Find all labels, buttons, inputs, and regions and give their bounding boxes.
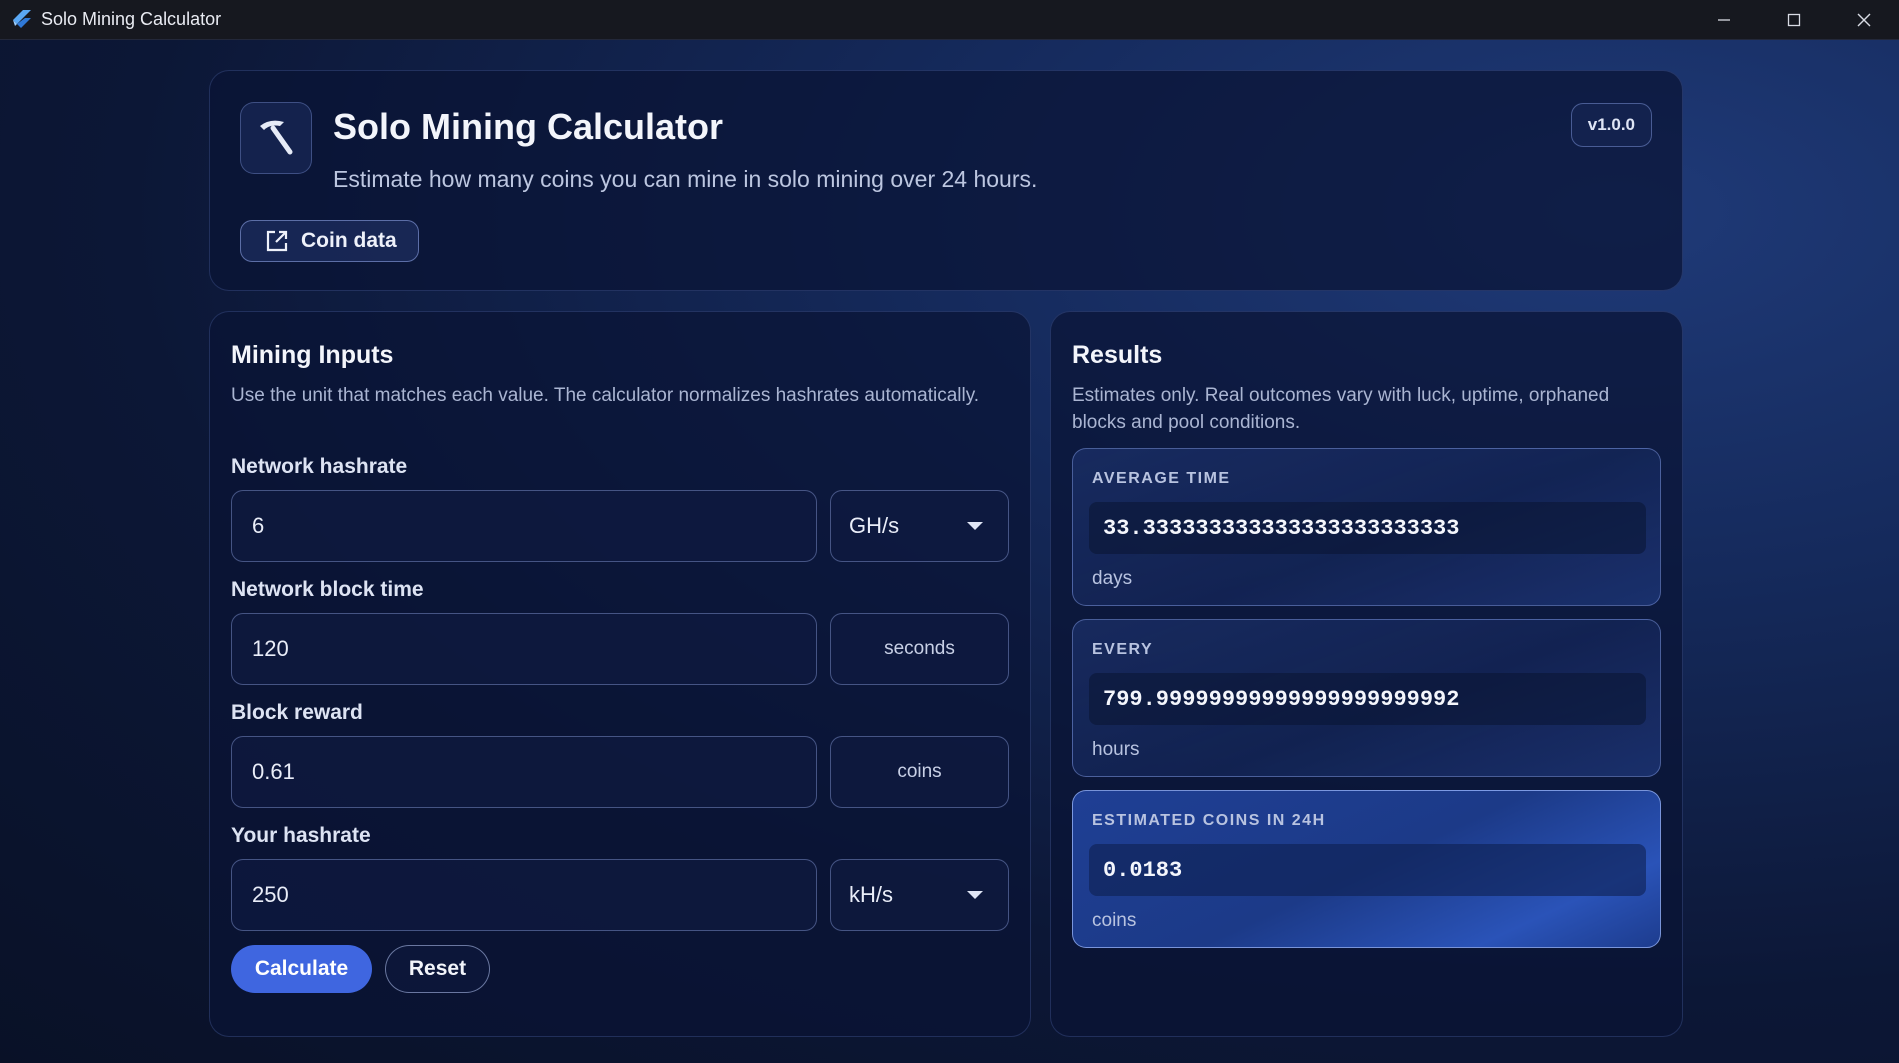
pickaxe-icon	[260, 120, 293, 155]
every-value: 799.99999999999999999999992	[1089, 673, 1646, 725]
average-time-result: AVERAGE TIME 33.333333333333333333333333…	[1072, 448, 1661, 606]
minimize-button[interactable]	[1689, 0, 1759, 40]
every-label: EVERY	[1092, 641, 1154, 658]
average-time-unit: days	[1092, 568, 1133, 589]
average-time-value: 33.333333333333333333333333	[1089, 502, 1646, 554]
results-description: Estimates only. Real outcomes vary with …	[1072, 385, 1610, 433]
coin-data-label: Coin data	[301, 229, 397, 252]
app-icon	[10, 9, 32, 31]
inputs-title: Mining Inputs	[231, 341, 394, 369]
header-card: Solo Mining Calculator Estimate how many…	[209, 70, 1683, 291]
maximize-icon	[1787, 13, 1801, 27]
estimated-coins-result: ESTIMATED COINS IN 24H 0.0183 coins	[1072, 790, 1661, 948]
average-time-label: AVERAGE TIME	[1092, 470, 1231, 487]
mining-inputs-card: Mining Inputs Use the unit that matches …	[209, 311, 1031, 1037]
every-unit: hours	[1092, 739, 1140, 760]
your-hashrate-label: Your hashrate	[231, 824, 371, 847]
chevron-down-icon	[967, 522, 983, 530]
network-hashrate-input[interactable]	[231, 490, 817, 562]
estimated-coins-value: 0.0183	[1089, 844, 1646, 896]
block-time-input[interactable]	[231, 613, 817, 685]
close-icon	[1857, 13, 1871, 27]
block-reward-unit: coins	[830, 736, 1009, 808]
network-hashrate-label: Network hashrate	[231, 455, 408, 478]
window-titlebar: Solo Mining Calculator	[0, 0, 1899, 40]
your-hashrate-unit-select[interactable]: kH/s	[830, 859, 1009, 931]
app-subtitle: Estimate how many coins you can mine in …	[333, 166, 1038, 192]
estimated-coins-label: ESTIMATED COINS IN 24H	[1092, 812, 1326, 829]
window-title: Solo Mining Calculator	[41, 9, 222, 29]
minimize-icon	[1718, 19, 1730, 21]
app-logo	[240, 102, 312, 174]
external-link-icon	[266, 230, 288, 252]
network-hashrate-unit-select[interactable]: GH/s	[830, 490, 1009, 562]
block-reward-label: Block reward	[231, 701, 363, 724]
results-title: Results	[1072, 341, 1163, 369]
maximize-button[interactable]	[1759, 0, 1829, 40]
coin-data-button[interactable]: Coin data	[240, 220, 419, 262]
your-hashrate-input[interactable]	[231, 859, 817, 931]
inputs-description: Use the unit that matches each value. Th…	[231, 385, 980, 406]
estimated-coins-unit: coins	[1092, 910, 1137, 931]
results-card: Results Estimates only. Real outcomes va…	[1050, 311, 1683, 1037]
every-result: EVERY 799.99999999999999999999992 hours	[1072, 619, 1661, 777]
block-reward-input[interactable]	[231, 736, 817, 808]
your-hashrate-unit: kH/s	[849, 882, 893, 907]
version-badge: v1.0.0	[1570, 103, 1652, 147]
network-hashrate-unit: GH/s	[849, 513, 900, 538]
calculate-button[interactable]: Calculate	[231, 945, 372, 993]
close-button[interactable]	[1829, 0, 1899, 40]
chevron-down-icon	[967, 891, 983, 899]
app-title: Solo Mining Calculator	[333, 106, 724, 147]
block-time-label: Network block time	[231, 578, 424, 601]
reset-button[interactable]: Reset	[385, 945, 490, 993]
block-time-unit: seconds	[830, 613, 1009, 685]
